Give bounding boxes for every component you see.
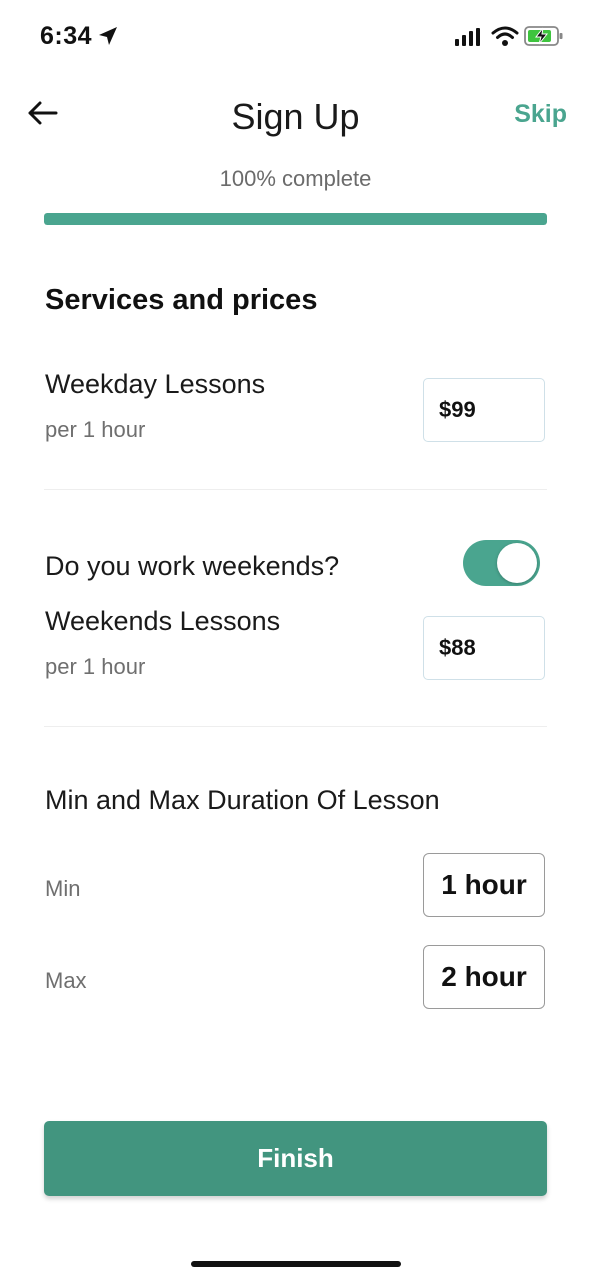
- max-duration-select[interactable]: 2 hour: [423, 945, 545, 1009]
- min-duration-select[interactable]: 1 hour: [423, 853, 545, 917]
- progress-label: 100% complete: [219, 166, 372, 191]
- weekday-lessons-unit: per 1 hour: [45, 417, 146, 442]
- wifi-icon: [491, 26, 519, 46]
- toggle-knob: [497, 543, 537, 583]
- weekday-price-input[interactable]: $99: [423, 378, 545, 442]
- battery-charging-icon: [524, 26, 563, 46]
- page-title: Sign Up: [231, 96, 360, 137]
- duration-title: Min and Max Duration Of Lesson: [45, 785, 440, 815]
- status-time: 6:34: [40, 22, 93, 50]
- weekday-lessons-label: Weekday Lessons: [45, 369, 266, 399]
- divider: [44, 726, 547, 727]
- progress-bar: [44, 213, 547, 225]
- weekend-price-input[interactable]: $88: [423, 616, 545, 680]
- progress-bar-fill: [44, 213, 547, 225]
- weekend-lessons-unit: per 1 hour: [45, 654, 146, 679]
- weekend-toggle-label: Do you work weekends?: [45, 551, 340, 581]
- skip-button[interactable]: Skip: [514, 100, 567, 129]
- cellular-signal-icon: [455, 28, 480, 46]
- weekend-toggle[interactable]: [463, 540, 540, 586]
- location-arrow-icon: [99, 27, 117, 45]
- weekend-lessons-label: Weekends Lessons: [45, 606, 281, 636]
- finish-button[interactable]: Finish: [44, 1121, 547, 1196]
- min-label: Min: [45, 876, 81, 901]
- section-title: Services and prices: [45, 284, 318, 316]
- home-indicator: [191, 1261, 401, 1267]
- max-label: Max: [45, 968, 87, 993]
- divider: [44, 489, 547, 490]
